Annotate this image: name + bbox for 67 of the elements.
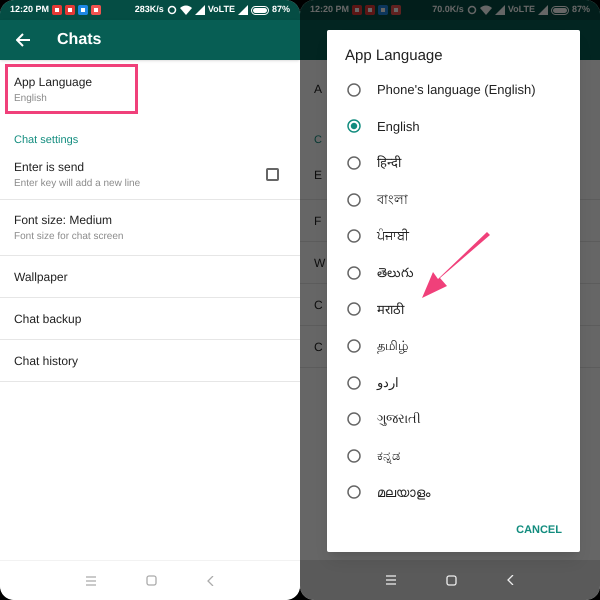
setting-title[interactable]: Chat history xyxy=(14,352,78,370)
setting-subtitle: English xyxy=(14,92,48,106)
notification-icon xyxy=(52,5,62,15)
battery-icon xyxy=(550,6,569,14)
notification-icon xyxy=(378,5,388,15)
section-header: C xyxy=(314,132,322,148)
checkbox[interactable] xyxy=(266,168,279,181)
wifi-icon xyxy=(480,5,492,15)
network-speed: 70.0K/s xyxy=(432,3,464,16)
radio-button[interactable] xyxy=(347,302,361,316)
dialog-title: App Language xyxy=(344,46,444,66)
status-time: 12:20 PM xyxy=(10,3,50,16)
language-option[interactable]: Phone's language (English) xyxy=(377,80,536,100)
notification-icon xyxy=(365,5,376,15)
setting-subtitle: Font size for chat screen xyxy=(14,230,124,244)
language-option[interactable]: తెలుగు xyxy=(377,263,414,283)
notification-icon xyxy=(391,5,402,15)
back-arrow-icon[interactable] xyxy=(16,33,31,47)
network-type: VoLTE xyxy=(508,3,535,16)
network-speed: 283K/s xyxy=(134,3,164,16)
radio-button[interactable] xyxy=(347,229,361,244)
screen-title: Chats xyxy=(57,30,102,50)
language-option[interactable]: മലയാളം xyxy=(377,482,430,502)
language-option[interactable]: ಕನ್ನಡ xyxy=(377,446,400,466)
setting-title[interactable]: App Language xyxy=(14,72,126,90)
status-time: 12:20 PM xyxy=(310,3,350,16)
radio-button[interactable] xyxy=(347,338,361,353)
radio-button[interactable] xyxy=(347,82,361,97)
radio-button[interactable] xyxy=(347,448,361,463)
language-option[interactable]: اردو xyxy=(377,372,399,392)
language-option[interactable]: English xyxy=(377,116,420,136)
language-option[interactable]: मराठी xyxy=(377,300,404,320)
radio-button[interactable] xyxy=(347,266,361,280)
signal-icon xyxy=(238,5,248,15)
radio-button[interactable] xyxy=(347,412,361,426)
radio-button[interactable] xyxy=(347,192,361,207)
radio-button[interactable] xyxy=(347,156,361,170)
radio-button[interactable] xyxy=(347,119,361,134)
section-header: Chat settings xyxy=(14,132,78,148)
network-type: VoLTE xyxy=(208,3,235,16)
language-option[interactable]: ਪੰਜਾਬੀ xyxy=(377,226,409,246)
language-option[interactable]: ગુજરાતી xyxy=(377,409,421,429)
notification-icon xyxy=(78,5,88,15)
notification-icon xyxy=(352,5,362,15)
setting-title[interactable]: Enter is send xyxy=(14,158,140,176)
radio-button[interactable] xyxy=(347,485,361,500)
language-option[interactable]: বাংলা xyxy=(377,190,408,210)
language-option[interactable]: हिन्दी xyxy=(377,153,401,173)
setting-title[interactable]: Wallpaper xyxy=(14,268,68,286)
sync-icon xyxy=(466,5,477,15)
radio-button[interactable] xyxy=(347,376,361,390)
battery-level: 87% xyxy=(272,3,290,16)
notification-icon xyxy=(65,5,76,15)
setting-title[interactable]: Chat backup xyxy=(14,310,82,328)
notification-icon xyxy=(91,5,102,15)
battery-level: 87% xyxy=(572,3,590,16)
sync-icon xyxy=(166,5,177,15)
setting-title[interactable]: Font size: Medium xyxy=(14,211,124,229)
setting-subtitle: Enter key will add a new line xyxy=(14,177,140,191)
signal-icon xyxy=(538,5,548,15)
battery-icon xyxy=(250,6,269,14)
wifi-icon xyxy=(180,5,192,15)
cancel-button[interactable]: CANCEL xyxy=(514,522,564,538)
signal-icon xyxy=(194,5,205,15)
pointer-arrow xyxy=(421,232,491,299)
signal-icon xyxy=(494,5,505,15)
language-option[interactable]: தமிழ் xyxy=(377,336,408,356)
